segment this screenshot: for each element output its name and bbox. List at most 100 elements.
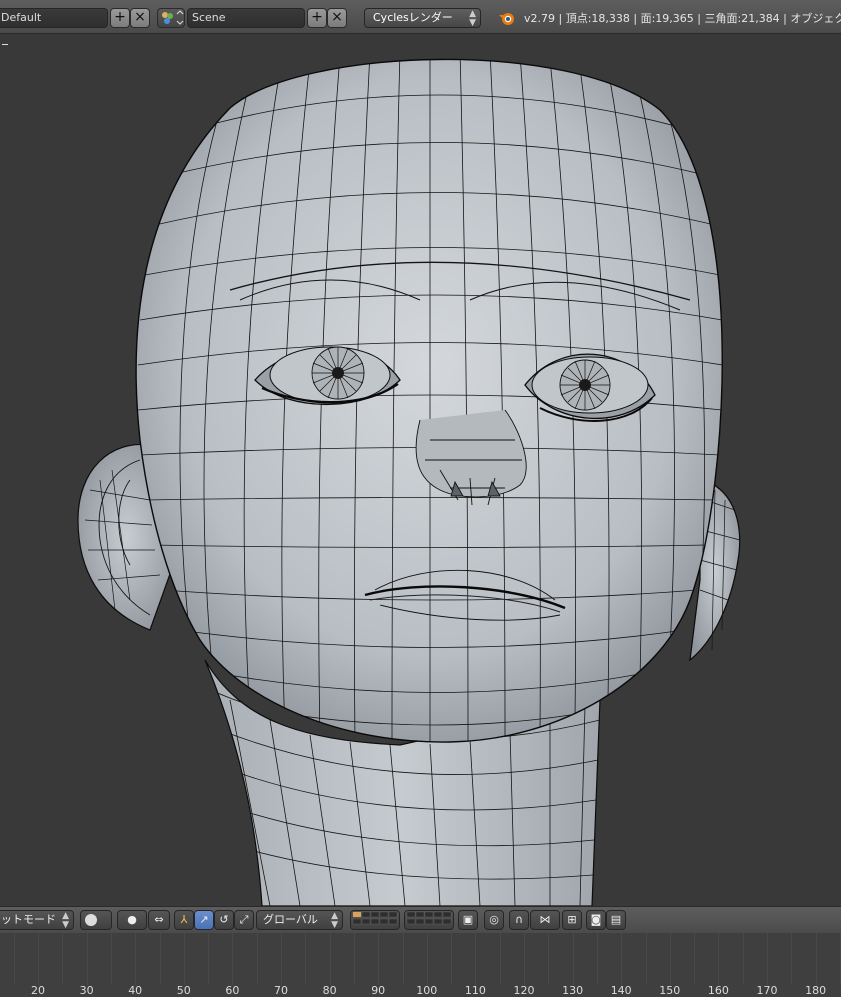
plus-icon: + — [114, 9, 126, 25]
render-engine-label: Cyclesレンダー — [373, 11, 453, 24]
clapperboard-icon: ▤ — [610, 913, 622, 926]
scene-name: Scene — [192, 11, 226, 24]
timeline-tick — [281, 933, 282, 985]
timeline-tick — [353, 933, 355, 985]
timeline-tick — [572, 933, 574, 985]
add-scene-button[interactable]: + — [307, 8, 327, 28]
timeline-frame-label: 130 — [562, 984, 584, 997]
viewport-corner-mark — [2, 44, 8, 45]
x-icon: × — [134, 9, 146, 25]
lock-camera-button[interactable]: ▣ — [458, 910, 478, 930]
add-layout-button[interactable]: + — [110, 8, 130, 28]
blender-logo-icon — [499, 13, 514, 25]
arrow-icon: ↗ — [199, 913, 209, 926]
pivot-icon: ● — [127, 913, 137, 926]
opengl-render-image-button[interactable]: ⊞ — [562, 910, 582, 930]
timeline-tick — [62, 933, 64, 985]
translate-manipulator-button[interactable]: ↗ — [194, 910, 214, 930]
timeline-frame-label: 20 — [31, 984, 45, 997]
scale-manipulator-button[interactable]: ⤢ — [234, 910, 254, 930]
timeline-tick — [742, 933, 744, 985]
transform-orientation-dropdown[interactable]: グローバル ▲ ▼ — [256, 910, 343, 930]
timeline-tick — [135, 933, 137, 985]
timeline-tick — [499, 933, 501, 985]
opengl-render-button[interactable]: ◙ — [586, 910, 606, 930]
timeline-tick — [38, 933, 39, 985]
timeline-tick — [232, 933, 234, 985]
scene-layers-grid-2[interactable] — [404, 910, 454, 930]
grid-snap-icon: ⊞ — [567, 913, 577, 926]
transform-orientation-label: グローバル — [263, 913, 318, 926]
timeline-frame-label: 60 — [225, 984, 240, 997]
head-mesh-render — [77, 58, 741, 906]
timeline-frame-label: 50 — [176, 984, 191, 997]
plus-icon: + — [311, 9, 323, 25]
timeline-tick — [183, 933, 185, 985]
timeline-tick — [402, 933, 404, 985]
proportional-editing-button[interactable]: ◎ — [484, 910, 504, 930]
snap-element-dropdown[interactable]: ⋈ — [530, 910, 560, 930]
timeline-frame-label: 150 — [659, 984, 681, 997]
timeline[interactable]: 20 30 40 50 60 70 80 90 100 110 120 130 140 150 160 170… — [0, 933, 841, 997]
timeline-frame-label: 120 — [513, 984, 535, 997]
timeline-frame-label: 30 — [79, 984, 94, 997]
timeline-tick — [694, 933, 696, 985]
scene-layers-grid-1[interactable] — [350, 910, 400, 930]
timeline-tick — [159, 933, 161, 985]
rotate-manipulator-button[interactable]: ↺ — [214, 910, 234, 930]
timeline-tick — [378, 933, 380, 985]
timeline-tick — [110, 933, 112, 985]
timeline-tick — [13, 933, 15, 985]
scene-browse-button[interactable] — [157, 8, 185, 28]
timeline-tick — [791, 933, 793, 985]
timeline-frame-label: 100 — [416, 984, 438, 997]
layout-name: Default — [1, 11, 42, 24]
scene-icon — [162, 10, 184, 25]
x-icon: × — [331, 9, 343, 25]
timeline-tick — [208, 933, 210, 985]
timeline-tick — [475, 933, 477, 985]
timeline-tick — [596, 933, 598, 985]
timeline-tick — [305, 933, 307, 985]
timeline-tick — [718, 933, 720, 985]
layers-grid-icon — [406, 911, 452, 925]
delete-scene-button[interactable]: × — [327, 8, 347, 28]
solid-shading-icon — [85, 914, 97, 926]
timeline-tick — [621, 933, 623, 985]
interaction-mode-dropdown[interactable]: ットモード ▲ ▼ — [0, 910, 74, 930]
timeline-frame-label: 170 — [756, 984, 778, 997]
rotate-icon: ↺ — [219, 913, 229, 926]
timeline-tick — [524, 933, 525, 985]
render-engine-dropdown[interactable]: Cyclesレンダー ▲ ▼ — [364, 8, 481, 28]
manipulator-toggle-button[interactable]: ⅄ — [174, 910, 194, 930]
3d-view-header: ットモード ▲ ▼ ● ⇔ ⅄ ↗ ↺ ⤢ グローバル ▲ ▼ ▣ ◎ ∩ ⋈ … — [0, 906, 841, 934]
timeline-tick — [767, 933, 768, 985]
limit-selection-button[interactable]: ⇔ — [148, 910, 170, 930]
manipulator-icon: ⇔ — [154, 913, 164, 926]
scene-stats: v2.79 | 頂点:18,338 | 面:19,365 | 三角面:21,38… — [524, 12, 841, 25]
head-mesh — [135, 58, 723, 743]
delete-layout-button[interactable]: × — [130, 8, 150, 28]
timeline-frame-label: 40 — [128, 984, 143, 997]
updown-arrows-icon: ▲ ▼ — [62, 911, 69, 930]
axes-icon: ⅄ — [180, 913, 188, 926]
updown-arrows-icon: ▲ ▼ — [331, 911, 338, 930]
timeline-tick — [329, 933, 331, 985]
timeline-frame-label: 140 — [610, 984, 632, 997]
viewport-shading-dropdown[interactable] — [80, 910, 112, 930]
lock-icon: ▣ — [462, 913, 474, 926]
timeline-tick — [669, 933, 671, 985]
layout-selector[interactable]: Default — [0, 8, 108, 28]
layers-grid-icon — [352, 911, 398, 925]
timeline-frame-label: 180 — [805, 984, 827, 997]
timeline-frame-label: 160 — [707, 984, 729, 997]
timeline-tick — [256, 933, 258, 985]
opengl-render-animation-button[interactable]: ▤ — [606, 910, 626, 930]
3d-viewport[interactable] — [0, 34, 841, 906]
timeline-frame-label: 90 — [371, 984, 386, 997]
snap-toggle-button[interactable]: ∩ — [509, 910, 529, 930]
pivot-point-dropdown[interactable]: ● — [117, 910, 147, 930]
scene-name-field[interactable]: Scene — [187, 8, 305, 28]
timeline-frame-label: 70 — [274, 984, 288, 997]
scale-icon: ⤢ — [239, 913, 249, 926]
